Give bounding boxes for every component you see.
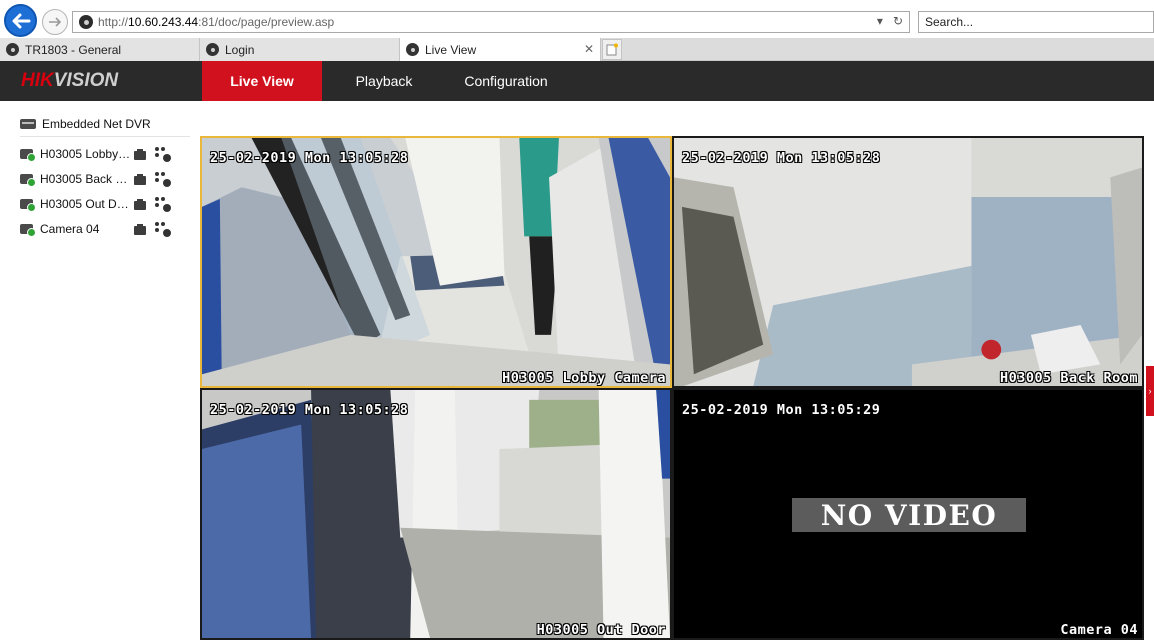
record-icon[interactable] bbox=[134, 223, 148, 235]
record-icon[interactable] bbox=[134, 148, 148, 160]
sidebar-camera-item[interactable]: H03005 Back Room bbox=[20, 170, 180, 188]
camera-label: H03005 Out Door bbox=[40, 197, 131, 211]
live-view-grid: 25-02-2019 Mon 13:05:28 H03005 Lobby Cam… bbox=[200, 136, 1146, 641]
search-input[interactable]: Search... bbox=[918, 11, 1154, 33]
video-tile-out-door[interactable]: 25-02-2019 Mon 13:05:28 H03005 Out Door bbox=[200, 388, 672, 640]
url-text: http://10.60.243.44:81/doc/page/preview.… bbox=[98, 15, 335, 29]
out-door-camera-feed bbox=[202, 390, 670, 638]
camera-label: H03005 Lobby Camera bbox=[40, 147, 131, 161]
video-tile-lobby[interactable]: 25-02-2019 Mon 13:05:28 H03005 Lobby Cam… bbox=[200, 136, 672, 388]
video-tile-camera-04[interactable]: 25-02-2019 Mon 13:05:29 NO VIDEO Camera … bbox=[672, 388, 1144, 640]
camera-label: Camera 04 bbox=[40, 222, 100, 236]
nav-live-view[interactable]: Live View bbox=[202, 61, 322, 101]
dvr-device-item[interactable]: Embedded Net DVR bbox=[20, 115, 190, 137]
refresh-icon[interactable]: ↻ bbox=[893, 14, 903, 28]
camera-name-overlay: H03005 Lobby Camera bbox=[502, 370, 666, 386]
timestamp-overlay: 25-02-2019 Mon 13:05:28 bbox=[210, 402, 409, 418]
back-room-camera-feed bbox=[674, 138, 1142, 386]
tab-label: TR1803 - General bbox=[25, 42, 122, 57]
camera-favicon-icon bbox=[206, 43, 219, 56]
video-tile-back-room[interactable]: 25-02-2019 Mon 13:05:28 H03005 Back Room bbox=[672, 136, 1144, 388]
sidebar-camera-item[interactable]: H03005 Lobby Camera bbox=[20, 145, 180, 163]
url-field[interactable]: http://10.60.243.44:81/doc/page/preview.… bbox=[72, 11, 910, 33]
dvr-icon bbox=[20, 119, 36, 129]
record-icon[interactable] bbox=[134, 198, 148, 210]
site-icon bbox=[79, 15, 93, 29]
new-tab-button[interactable] bbox=[602, 39, 622, 60]
camera-name-overlay: H03005 Out Door bbox=[536, 622, 666, 638]
camera-sidebar: Embedded Net DVR H03005 Lobby Camera H03… bbox=[0, 101, 200, 641]
camera-label: H03005 Back Room bbox=[40, 172, 131, 186]
channel-info-icon[interactable] bbox=[155, 196, 171, 212]
app-nav-bar: HIKVISION Live View Playback Configurati… bbox=[0, 61, 1154, 101]
chevron-right-icon: › bbox=[1148, 386, 1152, 396]
tab-label: Live View bbox=[425, 42, 477, 57]
dvr-label: Embedded Net DVR bbox=[42, 117, 151, 131]
browser-tab-strip: TR1803 - General Login Live View ✕ bbox=[0, 38, 1154, 61]
camera-name-overlay: Camera 04 bbox=[1060, 622, 1138, 638]
sidebar-camera-item[interactable]: Camera 04 bbox=[20, 220, 180, 238]
camera-online-icon bbox=[20, 223, 36, 237]
tab-login[interactable]: Login bbox=[200, 38, 400, 61]
nav-configuration[interactable]: Configuration bbox=[450, 61, 562, 101]
collapse-panel-handle[interactable]: › bbox=[1146, 366, 1154, 416]
tab-live-view[interactable]: Live View ✕ bbox=[400, 38, 601, 61]
channel-info-icon[interactable] bbox=[155, 146, 171, 162]
lobby-camera-feed bbox=[202, 138, 670, 386]
sidebar-camera-item[interactable]: H03005 Out Door bbox=[20, 195, 180, 213]
timestamp-overlay: 25-02-2019 Mon 13:05:28 bbox=[210, 150, 409, 166]
channel-info-icon[interactable] bbox=[155, 221, 171, 237]
tab-tr1803-general[interactable]: TR1803 - General bbox=[0, 38, 200, 61]
camera-online-icon bbox=[20, 148, 36, 162]
camera-online-icon bbox=[20, 173, 36, 187]
dropdown-arrow-icon[interactable]: ▾ bbox=[877, 14, 883, 28]
close-icon[interactable]: ✕ bbox=[584, 42, 594, 56]
timestamp-overlay: 25-02-2019 Mon 13:05:28 bbox=[682, 150, 881, 166]
new-tab-icon bbox=[606, 43, 618, 56]
back-arrow-icon bbox=[12, 13, 30, 28]
camera-online-icon bbox=[20, 198, 36, 212]
browser-address-bar: http://10.60.243.44:81/doc/page/preview.… bbox=[0, 0, 1154, 38]
forward-arrow-icon bbox=[49, 17, 62, 27]
channel-info-icon[interactable] bbox=[155, 171, 171, 187]
camera-favicon-icon bbox=[406, 43, 419, 56]
record-icon[interactable] bbox=[134, 173, 148, 185]
timestamp-overlay: 25-02-2019 Mon 13:05:29 bbox=[682, 402, 881, 418]
camera-name-overlay: H03005 Back Room bbox=[999, 370, 1138, 386]
back-button[interactable] bbox=[4, 4, 37, 37]
forward-button[interactable] bbox=[42, 9, 68, 35]
nav-playback[interactable]: Playback bbox=[336, 61, 432, 101]
no-video-banner: NO VIDEO bbox=[792, 498, 1026, 532]
camera-favicon-icon bbox=[6, 43, 19, 56]
tab-label: Login bbox=[225, 42, 255, 57]
hikvision-logo: HIKVISION bbox=[21, 70, 119, 91]
